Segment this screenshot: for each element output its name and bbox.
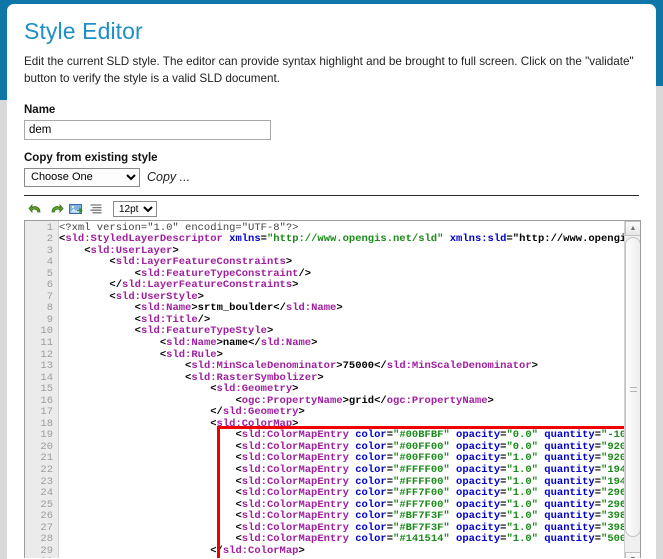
insert-image-icon[interactable] — [68, 201, 84, 217]
sld-code-editor[interactable]: 1 2 3 4 5 6 7 8 9 10 11 12 13 14 15 16 1 — [24, 219, 641, 558]
editor-toolbar: 12pt — [24, 200, 639, 220]
line-number: 15 — [40, 383, 53, 396]
line-number: 22 — [40, 464, 53, 476]
format-lines-icon[interactable] — [88, 201, 104, 217]
copy-link[interactable]: Copy ... — [147, 170, 190, 184]
line-number: 7 — [46, 290, 53, 303]
line-number: 5 — [46, 267, 53, 280]
line-number: 11 — [40, 336, 53, 349]
redo-arrow-icon[interactable] — [48, 201, 64, 217]
line-number: 8 — [46, 302, 53, 315]
style-name-input[interactable] — [24, 119, 271, 140]
scroll-thumb-grip — [630, 386, 637, 392]
line-number: 4 — [46, 256, 53, 269]
line-number: 26 — [40, 510, 53, 523]
line-number: 3 — [46, 244, 53, 257]
style-editor-panel: Style Editor Edit the current SLD style.… — [7, 4, 656, 559]
scroll-up-arrow-icon[interactable]: ▲ — [625, 220, 640, 236]
code-content[interactable]: <?xml version="1.0" encoding="UTF-8"?> <s… — [59, 221, 640, 558]
copy-from-existing-style-select[interactable]: Choose One — [24, 167, 140, 187]
line-number: 1 — [46, 221, 53, 234]
editor-vertical-scrollbar[interactable]: ▲ ▼ — [624, 220, 640, 558]
line-number: 6 — [46, 279, 53, 292]
copy-row: Choose One Copy ... — [24, 167, 639, 187]
name-label: Name — [24, 103, 56, 116]
line-number: 2 — [46, 233, 53, 246]
code-line: </sld:ColorMap> — [210, 544, 305, 557]
section-divider — [24, 194, 639, 196]
style-editor-page: Style Editor Edit the current SLD style.… — [0, 0, 663, 559]
page-description: Edit the current SLD style. The editor c… — [24, 55, 634, 85]
line-number-gutter: 1 2 3 4 5 6 7 8 9 10 11 12 13 14 15 16 1 — [25, 220, 59, 558]
font-size-select[interactable]: 12pt — [113, 201, 157, 218]
page-title: Style Editor — [24, 18, 143, 44]
copy-from-existing-style-label: Copy from existing style — [24, 151, 158, 164]
line-number: 24 — [40, 487, 53, 500]
line-number: 13 — [40, 360, 53, 373]
scroll-down-arrow-icon[interactable]: ▼ — [625, 551, 640, 558]
vertical-scroll-thumb[interactable] — [625, 236, 640, 537]
undo-arrow-icon[interactable] — [28, 201, 44, 217]
